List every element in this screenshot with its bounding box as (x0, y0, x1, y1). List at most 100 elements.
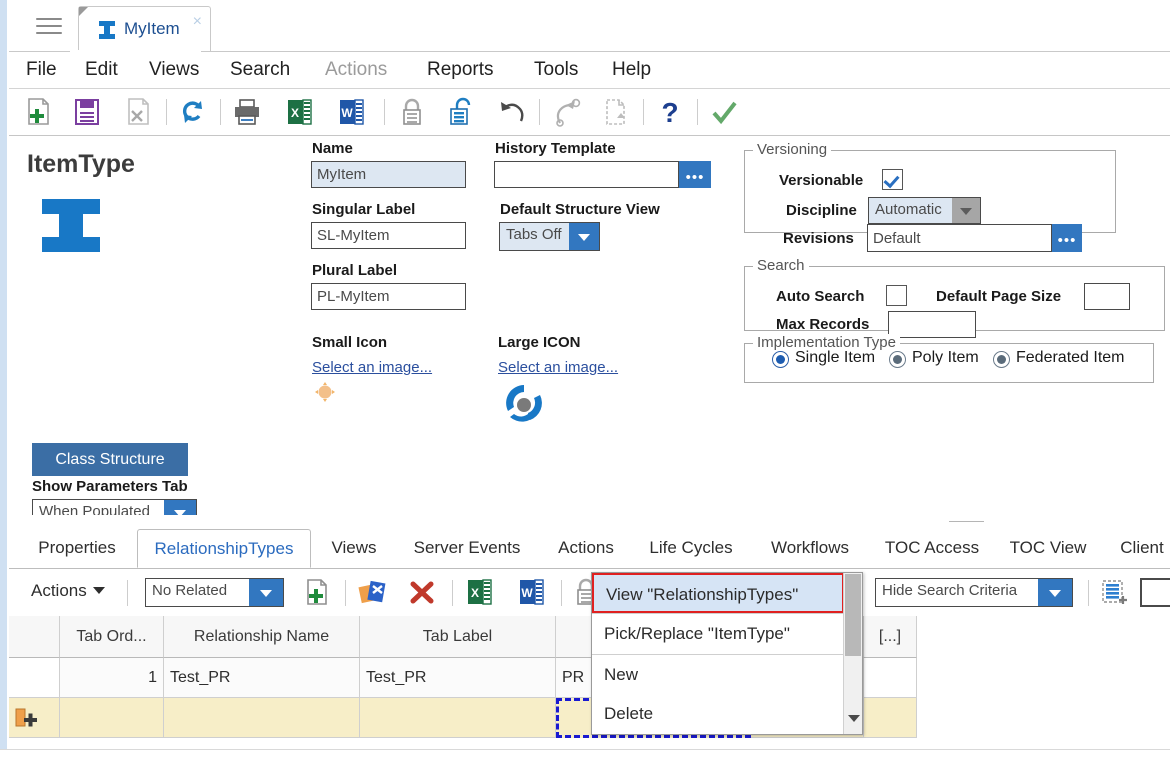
undo-icon[interactable] (495, 96, 529, 128)
cell-more[interactable] (864, 658, 917, 698)
revisions-input[interactable] (867, 224, 1052, 252)
small-icon-select-link[interactable]: Select an image... (312, 359, 432, 376)
menu-file[interactable]: File (22, 57, 61, 83)
auto-search-checkbox[interactable] (886, 285, 907, 306)
chevron-down-icon[interactable] (164, 500, 196, 515)
export-word-icon[interactable]: W (514, 576, 548, 608)
related-filter-select[interactable]: No Related (145, 578, 284, 607)
context-menu-scrollbar[interactable] (843, 573, 862, 734)
search-criteria-value: Hide Search Criteria (882, 582, 1018, 599)
tab-actions[interactable]: Actions (542, 529, 630, 568)
menu-tools[interactable]: Tools (530, 57, 582, 83)
show-parameters-tab-select[interactable]: When Populated (32, 499, 197, 515)
versionable-checkbox[interactable] (882, 169, 903, 190)
new-relationship-icon[interactable] (301, 576, 335, 608)
chevron-down-icon[interactable] (848, 715, 860, 722)
left-rail (0, 0, 7, 761)
tab-properties[interactable]: Properties (22, 529, 132, 568)
scrollbar-thumb[interactable] (845, 574, 861, 656)
tab-workflows[interactable]: Workflows (752, 529, 868, 568)
menu-actions: Actions (325, 59, 388, 80)
hamburger-menu-icon[interactable] (36, 18, 62, 36)
tab-server-events[interactable]: Server Events (397, 529, 537, 568)
copy-icon (599, 96, 633, 128)
relationship-grid: Tab Ord... Relationship Name Tab Label [… (9, 616, 1170, 741)
help-icon[interactable]: ? (653, 96, 687, 128)
ellipsis-icon: ••• (685, 169, 705, 186)
export-excel-icon[interactable]: X (282, 96, 316, 128)
new-view-icon[interactable] (1097, 576, 1131, 608)
grid-header-tab-label[interactable]: Tab Label (360, 616, 556, 658)
search-criteria-select[interactable]: Hide Search Criteria (875, 578, 1073, 607)
svg-text:X: X (291, 106, 299, 120)
menu-search[interactable]: Search (226, 57, 294, 83)
default-structure-view-select[interactable]: Tabs Off (499, 222, 600, 251)
relationship-actions-menu[interactable]: Actions (31, 581, 105, 601)
redo-icon (549, 96, 583, 128)
new-icon[interactable] (22, 96, 56, 128)
history-template-picker-button[interactable]: ••• (679, 161, 711, 188)
tab-client[interactable]: Client (1105, 529, 1170, 568)
context-menu-item-delete[interactable]: Delete (592, 694, 844, 734)
grid-header-more[interactable]: [...] (864, 616, 917, 658)
grid-header-tab-order[interactable]: Tab Ord... (60, 616, 164, 658)
status-bar (0, 749, 1170, 762)
plural-label-input[interactable] (311, 283, 466, 310)
cell-relationship-name[interactable]: Test_PR (164, 658, 360, 698)
new-cell-tab-order[interactable] (60, 698, 164, 738)
pick-related-icon[interactable] (356, 576, 390, 608)
splitter-grip[interactable] (949, 521, 984, 522)
main-toolbar: X W ? (9, 89, 1170, 136)
done-icon[interactable] (707, 96, 741, 128)
new-cell-tab-label[interactable] (360, 698, 556, 738)
grid-header-relationship-name[interactable]: Relationship Name (164, 616, 360, 658)
singular-label-input[interactable] (311, 222, 466, 249)
menu-reports[interactable]: Reports (423, 57, 498, 83)
history-template-input[interactable] (494, 161, 679, 188)
tab-toc-view[interactable]: TOC View (996, 529, 1100, 568)
radio-poly-item[interactable] (889, 351, 906, 368)
save-icon[interactable] (70, 96, 104, 128)
context-menu-item-pick-replace[interactable]: Pick/Replace "ItemType" (592, 614, 844, 654)
chevron-down-icon[interactable] (1038, 579, 1072, 606)
cell-tab-order[interactable]: 1 (60, 658, 164, 698)
max-records-input[interactable] (888, 311, 976, 338)
panel-splitter[interactable] (9, 515, 1170, 529)
document-tab-myitem[interactable]: MyItem × (78, 6, 211, 52)
menu-bar: File Edit Views Search Actions Reports T… (9, 52, 1170, 89)
refresh-icon[interactable] (176, 96, 210, 128)
name-input[interactable] (311, 161, 466, 188)
context-menu-item-new[interactable]: New (592, 655, 844, 695)
small-icon-label: Small Icon (312, 334, 388, 351)
chevron-down-icon[interactable] (249, 579, 283, 606)
menu-views[interactable]: Views (145, 57, 203, 83)
chevron-down-icon[interactable] (569, 223, 599, 250)
toolbar-extra-field[interactable] (1140, 578, 1170, 607)
close-icon[interactable]: × (193, 13, 202, 31)
revisions-picker-button[interactable]: ••• (1052, 224, 1082, 252)
tab-toc-access[interactable]: TOC Access (873, 529, 991, 568)
export-excel-icon[interactable]: X (462, 576, 496, 608)
default-page-size-input[interactable] (1084, 283, 1130, 310)
new-cell-more[interactable] (864, 698, 917, 738)
tab-life-cycles[interactable]: Life Cycles (635, 529, 747, 568)
class-structure-button[interactable]: Class Structure (32, 443, 188, 476)
tab-relationshiptypes[interactable]: RelationshipTypes (137, 529, 311, 568)
radio-federated-item[interactable] (993, 351, 1010, 368)
unlock-icon[interactable] (443, 96, 477, 128)
print-icon[interactable] (230, 96, 264, 128)
context-menu-item-view[interactable]: View "RelationshipTypes" (592, 573, 844, 613)
delete-relationship-icon[interactable] (405, 576, 439, 608)
table-row-marker[interactable] (9, 658, 60, 698)
discipline-select[interactable]: Automatic (868, 197, 981, 224)
new-row-marker[interactable] (9, 698, 60, 738)
radio-single-item[interactable] (772, 351, 789, 368)
chevron-down-icon[interactable] (952, 198, 980, 223)
menu-help[interactable]: Help (608, 57, 655, 83)
export-word-icon[interactable]: W (334, 96, 368, 128)
cell-tab-label[interactable]: Test_PR (360, 658, 556, 698)
document-tab-label: MyItem (124, 19, 180, 38)
tab-views[interactable]: Views (317, 529, 391, 568)
menu-edit[interactable]: Edit (81, 57, 122, 83)
new-cell-relationship-name[interactable] (164, 698, 360, 738)
